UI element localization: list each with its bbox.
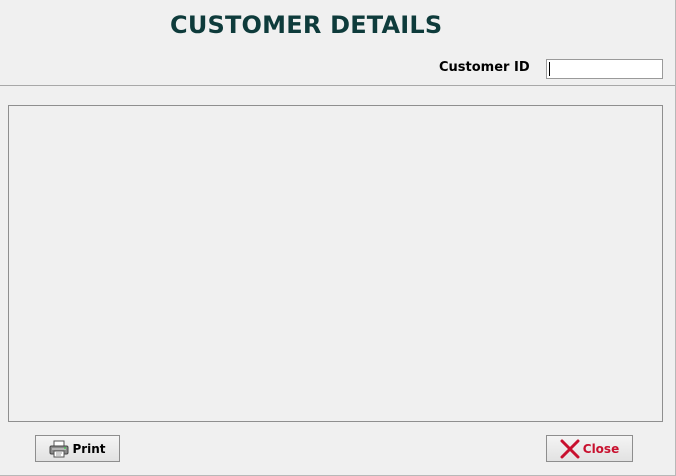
close-button[interactable]: Close	[546, 435, 633, 462]
details-panel	[8, 105, 663, 422]
text-caret	[549, 62, 550, 76]
page-title: CUSTOMER DETAILS	[170, 11, 443, 39]
close-button-label: Close	[582, 441, 620, 456]
close-icon	[560, 439, 580, 459]
printer-icon	[49, 440, 69, 458]
print-button[interactable]: Print	[35, 435, 120, 462]
print-button-label: Print	[72, 441, 106, 456]
customer-details-window: CUSTOMER DETAILS Customer ID Print Close	[0, 0, 676, 476]
customer-id-label: Customer ID	[439, 60, 530, 75]
header-divider	[0, 85, 675, 86]
customer-id-input[interactable]	[546, 59, 663, 79]
